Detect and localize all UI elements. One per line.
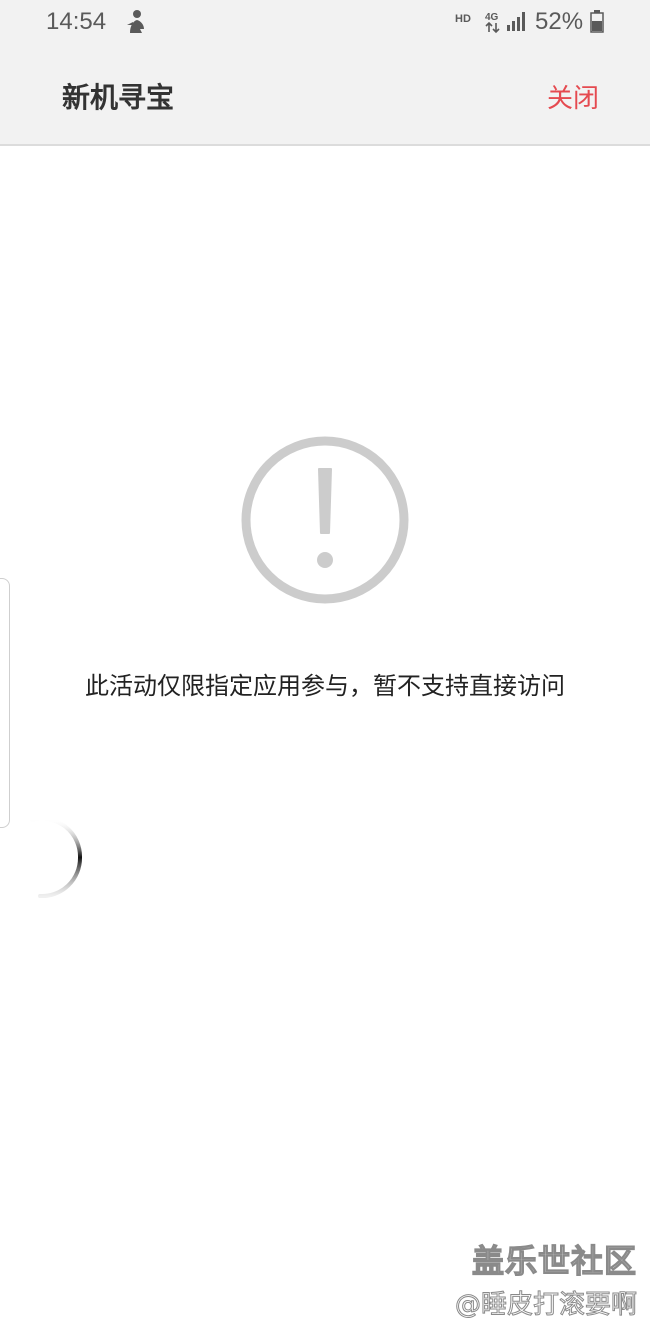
network-hd-label: HD [455, 13, 471, 25]
battery-percent: 52% [535, 8, 584, 35]
watermark-author: @睡皮打滚要啊 [454, 1290, 637, 1321]
edge-panel-handle[interactable] [0, 578, 10, 828]
signal-strength-icon [507, 12, 525, 31]
battery-icon [590, 10, 604, 33]
close-button[interactable]: 关闭 [547, 78, 599, 115]
svg-text:4G: 4G [485, 12, 499, 23]
person-notification-icon [127, 10, 144, 33]
4g-data-icon: 4G [485, 12, 500, 34]
page-title: 新机寻宝 [62, 81, 175, 114]
loading-spinner-icon [30, 816, 83, 899]
app-header: 新机寻宝 关闭 [0, 46, 650, 146]
error-message: 此活动仅限指定应用参与，暂不支持直接访问 [85, 672, 565, 700]
watermark-community: 盖乐世社区 [471, 1241, 637, 1280]
warning-circle-icon [241, 436, 409, 604]
status-bar: 14:54 HD 4G 52% [0, 0, 650, 46]
status-time: 14:54 [46, 8, 107, 35]
